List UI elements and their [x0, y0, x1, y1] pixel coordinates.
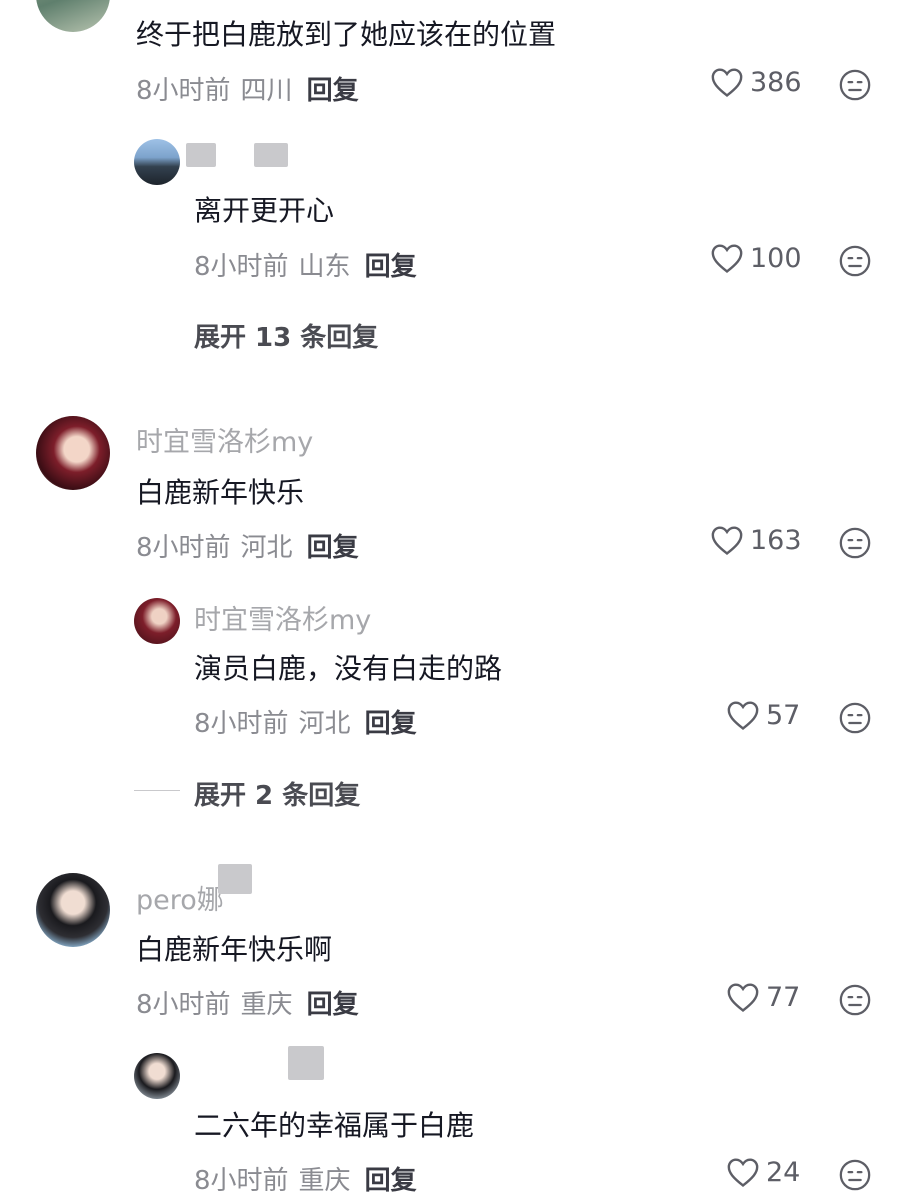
heart-icon: [711, 68, 743, 97]
username[interactable]: pero娜: [136, 878, 224, 917]
heart-icon: [727, 983, 759, 1012]
reply-button[interactable]: 回复: [307, 990, 359, 1020]
avatar[interactable]: [36, 873, 110, 947]
dislike-button[interactable]: [838, 526, 872, 564]
dislike-button[interactable]: [838, 68, 872, 106]
username-mask: [186, 143, 216, 167]
comment-time: 8小时前: [136, 533, 231, 563]
reply-meta: 8小时前 河北 回复: [194, 703, 417, 740]
heart-icon: [711, 526, 743, 555]
heart-icon: [727, 1158, 759, 1187]
heart-icon: [711, 244, 743, 273]
like-count: 24: [766, 1156, 801, 1188]
username[interactable]: 时宜雪洛杉my: [194, 598, 371, 637]
like-button[interactable]: 77: [726, 981, 800, 1013]
reply-time: 8小时前: [194, 709, 289, 739]
username-mask: [218, 864, 252, 894]
like-button[interactable]: 163: [710, 524, 802, 556]
username-mask: [254, 143, 288, 167]
meh-face-icon: [839, 984, 871, 1016]
like-count: 57: [766, 699, 801, 731]
comment-location: 四川: [240, 76, 293, 106]
like-count: 77: [766, 981, 801, 1013]
reply-text: 离开更开心: [194, 194, 335, 227]
dislike-button[interactable]: [838, 983, 872, 1021]
comment-location: 重庆: [240, 990, 293, 1020]
comment-time: 8小时前: [136, 76, 231, 106]
avatar[interactable]: [36, 0, 110, 32]
comment-text: 白鹿新年快乐: [136, 476, 305, 509]
meh-face-icon: [839, 69, 871, 101]
comment-text: 白鹿新年快乐啊: [136, 933, 333, 966]
avatar[interactable]: [134, 1053, 180, 1099]
comment-meta: 8小时前 河北 回复: [136, 527, 359, 564]
comment-text: 终于把白鹿放到了她应该在的位置: [136, 18, 557, 51]
divider: [134, 790, 180, 791]
reply-location: 重庆: [298, 1166, 351, 1196]
like-button[interactable]: 386: [710, 66, 802, 98]
like-count: 386: [750, 66, 802, 98]
meh-face-icon: [839, 1159, 871, 1191]
avatar[interactable]: [134, 139, 180, 185]
like-count: 163: [750, 524, 802, 556]
reply-text: 演员白鹿，没有白走的路: [194, 652, 503, 685]
dislike-button[interactable]: [838, 1158, 872, 1196]
comment-meta: 8小时前 四川 回复: [136, 70, 359, 107]
meh-face-icon: [839, 527, 871, 559]
comment-location: 河北: [240, 533, 293, 563]
avatar[interactable]: [134, 598, 180, 644]
like-button[interactable]: 24: [726, 1156, 800, 1188]
like-button[interactable]: 100: [710, 242, 802, 274]
like-count: 100: [750, 242, 802, 274]
comment-meta: 8小时前 重庆 回复: [136, 984, 359, 1021]
reply-text: 二六年的幸福属于白鹿: [194, 1109, 475, 1142]
username[interactable]: 时宜雪洛杉my: [136, 420, 313, 459]
reply-time: 8小时前: [194, 252, 289, 282]
reply-time: 8小时前: [194, 1166, 289, 1196]
reply-button[interactable]: 回复: [307, 533, 359, 563]
like-button[interactable]: 57: [726, 699, 800, 731]
reply-button[interactable]: 回复: [365, 1166, 417, 1196]
reply-button[interactable]: 回复: [365, 709, 417, 739]
expand-replies-button[interactable]: 展开 13 条回复: [194, 317, 378, 354]
meh-face-icon: [839, 702, 871, 734]
reply-location: 河北: [298, 709, 351, 739]
dislike-button[interactable]: [838, 244, 872, 282]
heart-icon: [727, 701, 759, 730]
meh-face-icon: [839, 245, 871, 277]
reply-location: 山东: [298, 252, 351, 282]
avatar[interactable]: [36, 416, 110, 490]
comment-time: 8小时前: [136, 990, 231, 1020]
username-mask: [288, 1046, 324, 1080]
expand-replies-button[interactable]: 展开 2 条回复: [194, 775, 360, 812]
reply-meta: 8小时前 重庆 回复: [194, 1160, 417, 1197]
reply-meta: 8小时前 山东 回复: [194, 246, 417, 283]
reply-button[interactable]: 回复: [365, 252, 417, 282]
reply-button[interactable]: 回复: [307, 76, 359, 106]
dislike-button[interactable]: [838, 701, 872, 739]
